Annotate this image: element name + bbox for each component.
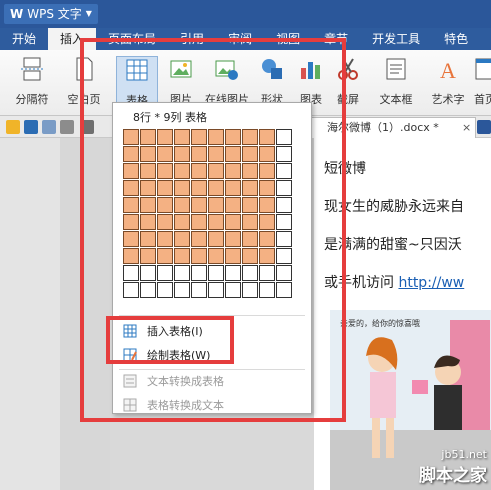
page-break-icon bbox=[21, 57, 43, 81]
wps-window: W WPS 文字 ▼ 开始 插入 页面布局 引用 审阅 视图 章节 开发工具 特… bbox=[0, 0, 491, 490]
left-margin bbox=[0, 138, 60, 490]
header-footer-label: 首页 bbox=[474, 93, 491, 106]
close-icon[interactable]: × bbox=[462, 121, 471, 134]
watermark-title: 脚本之家 bbox=[419, 466, 487, 486]
page-break-button[interactable]: 分隔符 bbox=[6, 56, 58, 107]
annotation-menu-box bbox=[106, 316, 234, 364]
wordart-label: 艺术字 bbox=[431, 93, 465, 106]
textbox-label: 文本框 bbox=[379, 93, 413, 106]
textbox-button[interactable]: 文本框 bbox=[374, 56, 418, 107]
watermark-url: jb51.net bbox=[441, 448, 487, 461]
wps-doc-icon bbox=[477, 120, 491, 134]
cartoon-illustration: 亲爱的，给你的惊喜哦 jb51.net 脚本之家 bbox=[330, 310, 491, 490]
save-icon[interactable] bbox=[24, 120, 38, 134]
textbox-icon bbox=[386, 58, 406, 80]
tab-home[interactable]: 开始 bbox=[0, 28, 48, 50]
open-icon[interactable] bbox=[6, 120, 20, 134]
doc-link[interactable]: http://ww bbox=[398, 275, 464, 291]
header-footer-icon bbox=[475, 58, 491, 80]
app-menu-button[interactable]: W WPS 文字 ▼ bbox=[4, 4, 98, 24]
export-icon[interactable] bbox=[42, 120, 56, 134]
wps-logo-icon: W bbox=[10, 7, 24, 21]
wordart-button[interactable]: A 艺术字 bbox=[426, 56, 470, 107]
wordart-icon: A bbox=[440, 58, 456, 83]
tab-features[interactable]: 特色 bbox=[432, 28, 480, 50]
page-break-label: 分隔符 bbox=[15, 93, 49, 106]
print-icon[interactable] bbox=[60, 120, 74, 134]
title-bar: W WPS 文字 ▼ bbox=[0, 0, 491, 28]
chevron-down-icon: ▼ bbox=[85, 9, 92, 18]
watermark: jb51.net 脚本之家 bbox=[419, 448, 487, 486]
tab-developer[interactable]: 开发工具 bbox=[360, 28, 432, 50]
svg-text:A: A bbox=[440, 58, 456, 82]
header-footer-button[interactable]: 首页 bbox=[470, 56, 491, 107]
app-name: WPS 文字 bbox=[27, 7, 82, 21]
speech-bubble: 亲爱的，给你的惊喜哦 bbox=[340, 319, 420, 328]
annotation-outer-box bbox=[80, 38, 346, 422]
